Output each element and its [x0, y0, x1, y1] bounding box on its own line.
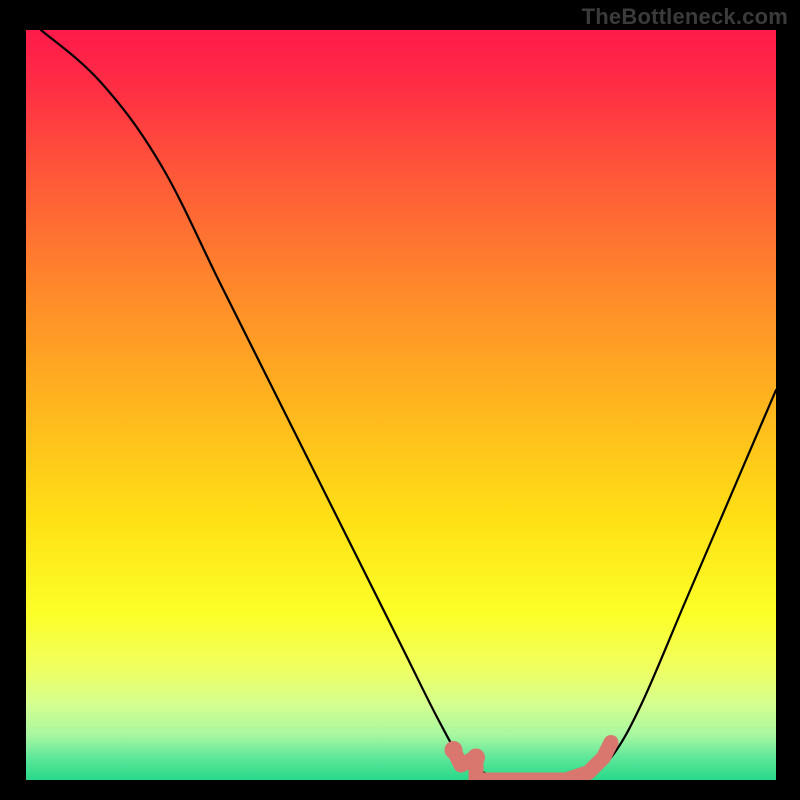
chart-stage: TheBottleneck.com [0, 0, 800, 800]
watermark-text: TheBottleneck.com [582, 4, 788, 30]
plot-background [26, 30, 776, 780]
highlight-dot [467, 749, 485, 767]
highlight-dot [445, 741, 463, 759]
bottleneck-chart [0, 0, 800, 800]
